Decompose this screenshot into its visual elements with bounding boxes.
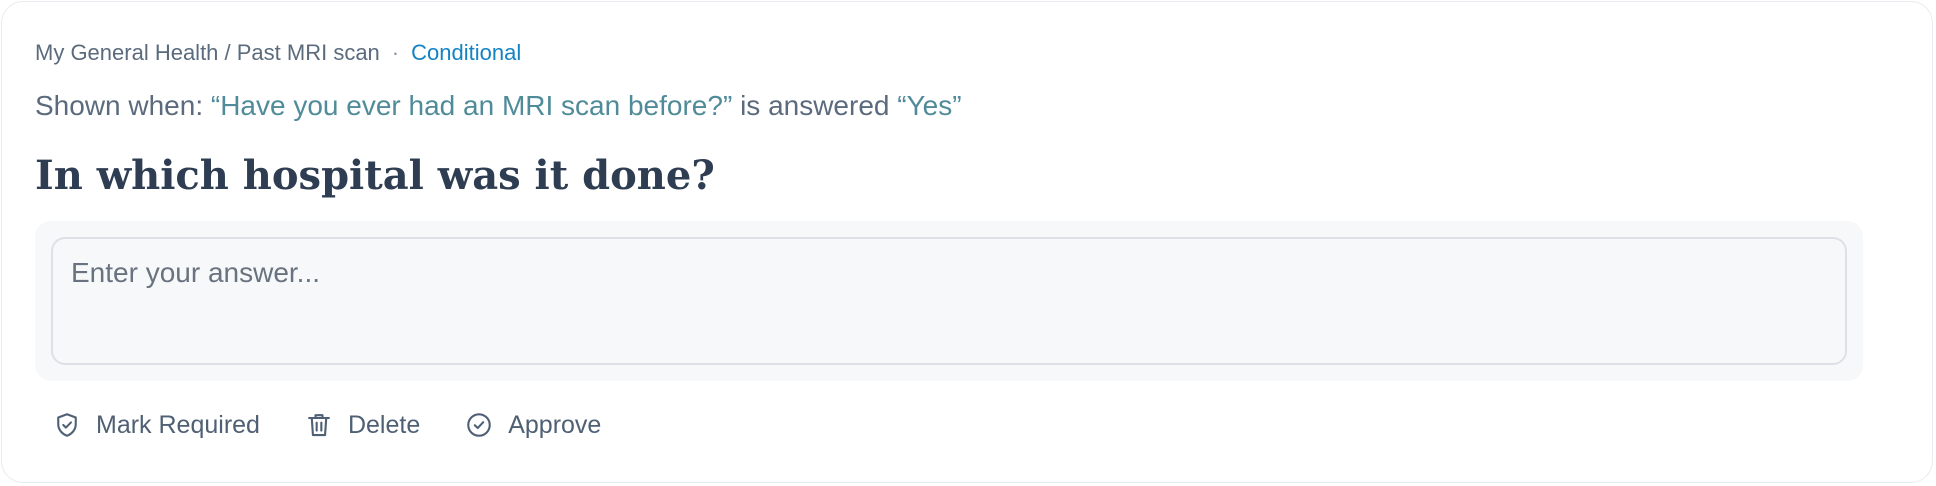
shield-check-icon	[52, 410, 82, 440]
check-circle-icon	[464, 410, 494, 440]
approve-button[interactable]: Approve	[464, 407, 601, 443]
question-title: In which hospital was it done?	[35, 152, 715, 199]
approve-label: Approve	[508, 411, 602, 439]
condition-middle: is answered	[740, 90, 890, 121]
mark-required-button[interactable]: Mark Required	[52, 407, 260, 443]
trash-icon	[304, 410, 334, 440]
conditional-tag: Conditional	[411, 40, 522, 65]
condition-lead: Shown when:	[35, 90, 204, 121]
display-condition: Shown when: “Have you ever had an MRI sc…	[35, 88, 962, 124]
delete-label: Delete	[347, 411, 421, 439]
breadcrumb-separator: ·	[391, 40, 400, 65]
question-card: My General Health / Past MRI scan · Condit…	[1, 1, 1933, 483]
breadcrumb-path: My General Health / Past MRI scan	[35, 40, 380, 65]
condition-question: “Have you ever had an MRI scan before?”	[210, 90, 733, 121]
breadcrumb: My General Health / Past MRI scan · Condit…	[35, 39, 521, 67]
mark-required-label: Mark Required	[96, 411, 260, 439]
delete-button[interactable]: Delete	[304, 407, 420, 443]
answer-input[interactable]	[51, 237, 1847, 365]
condition-answer: “Yes”	[897, 90, 962, 121]
question-actions: Mark Required Delete Approve	[52, 407, 645, 443]
answer-container	[35, 221, 1863, 381]
